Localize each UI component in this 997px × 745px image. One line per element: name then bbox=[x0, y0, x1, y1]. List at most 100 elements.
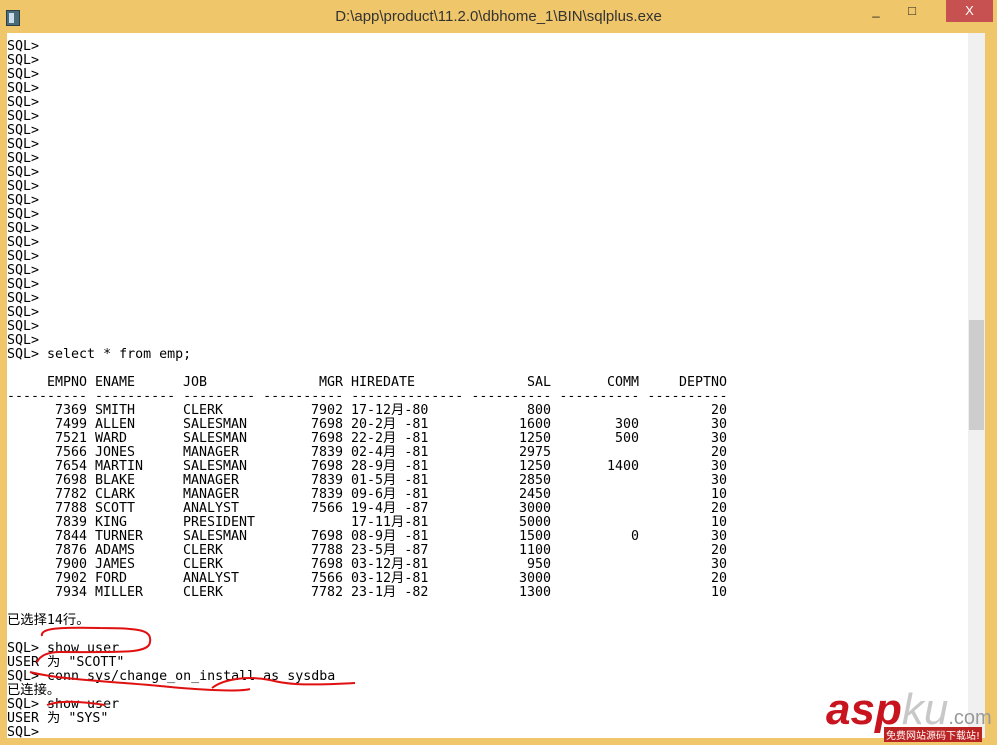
query-line: SQL> select * from emp; bbox=[7, 347, 192, 362]
cell: 20 bbox=[710, 571, 727, 586]
cell: 300 bbox=[614, 417, 639, 432]
cell: SALESMAN bbox=[183, 431, 248, 446]
close-button[interactable]: X bbox=[946, 0, 993, 22]
console-line: SQL> bbox=[7, 725, 40, 739]
cell: 7900 bbox=[54, 557, 87, 572]
prompt-line: SQL> bbox=[7, 81, 40, 96]
cell: SMITH bbox=[95, 403, 136, 418]
console-line: SQL> show user bbox=[7, 697, 120, 712]
cell: CLERK bbox=[183, 543, 224, 558]
cell: 3000 bbox=[518, 571, 551, 586]
cell: 0 bbox=[630, 529, 639, 544]
prompt-line: SQL> bbox=[7, 249, 40, 264]
cell: 7369 bbox=[54, 403, 87, 418]
cell: 7876 bbox=[54, 543, 87, 558]
cell: 7698 bbox=[310, 459, 343, 474]
cell: 7839 bbox=[310, 473, 343, 488]
prompt-line: SQL> bbox=[7, 291, 40, 306]
cell: 7839 bbox=[310, 445, 343, 460]
cell: 30 bbox=[710, 431, 727, 446]
prompt-line: SQL> bbox=[7, 109, 40, 124]
prompt-line: SQL> bbox=[7, 151, 40, 166]
cell: 7902 bbox=[54, 571, 87, 586]
cell: DEPTNO bbox=[678, 375, 727, 390]
cell: 19-4月 -87 bbox=[351, 501, 429, 516]
prompt-line: SQL> bbox=[7, 137, 40, 152]
cell: 7566 bbox=[310, 571, 343, 586]
cell: MANAGER bbox=[183, 445, 240, 460]
cell: 7782 bbox=[310, 585, 343, 600]
cell: 10 bbox=[710, 487, 727, 502]
cell: 22-2月 -81 bbox=[351, 431, 429, 446]
cell: 02-4月 -81 bbox=[351, 445, 429, 460]
cell: 30 bbox=[710, 473, 727, 488]
cell: 20 bbox=[710, 445, 727, 460]
cell: MGR bbox=[318, 375, 343, 390]
cell: 30 bbox=[710, 459, 727, 474]
cell: 03-12月-81 bbox=[351, 571, 429, 586]
console-output[interactable]: SQL> SQL> SQL> SQL> SQL> SQL> SQL> SQL> SQL> SQL>… bbox=[7, 33, 968, 738]
console-line: SQL> show user bbox=[7, 641, 120, 656]
cell: 7788 bbox=[54, 501, 87, 516]
cell: 1250 bbox=[518, 459, 551, 474]
cell: 7698 bbox=[310, 431, 343, 446]
cell: 30 bbox=[710, 417, 727, 432]
vertical-scrollbar[interactable] bbox=[968, 33, 985, 738]
cell: 1400 bbox=[606, 459, 639, 474]
console-line: USER 为 "SYS" bbox=[7, 711, 109, 726]
cell: 7902 bbox=[310, 403, 343, 418]
cell: 20-2月 -81 bbox=[351, 417, 429, 432]
cell: 7698 bbox=[54, 473, 87, 488]
minimize-button[interactable]: _ bbox=[862, 0, 890, 22]
title-bar: D:\app\product\11.2.0\dbhome_1\BIN\sqlpl… bbox=[0, 0, 997, 33]
cell: 500 bbox=[614, 431, 639, 446]
cell: 30 bbox=[710, 557, 727, 572]
header-separator: ---------- ---------- --------- --------… bbox=[7, 389, 728, 404]
cell: COMM bbox=[606, 375, 639, 390]
cell: SALESMAN bbox=[183, 529, 248, 544]
cell: 950 bbox=[526, 557, 551, 572]
cell: ENAME bbox=[95, 375, 136, 390]
cell: 03-12月-81 bbox=[351, 557, 429, 572]
prompt-line: SQL> bbox=[7, 305, 40, 320]
cell: 2450 bbox=[518, 487, 551, 502]
cell: 3000 bbox=[518, 501, 551, 516]
cell: 30 bbox=[710, 529, 727, 544]
maximize-button[interactable]: □ bbox=[898, 0, 926, 22]
prompt-line: SQL> bbox=[7, 193, 40, 208]
cell: FORD bbox=[95, 571, 128, 586]
prompt-line: SQL> bbox=[7, 53, 40, 68]
cell: 7499 bbox=[54, 417, 87, 432]
scrollbar-thumb[interactable] bbox=[969, 320, 984, 430]
prompt-line: SQL> bbox=[7, 235, 40, 250]
cell: JAMES bbox=[95, 557, 136, 572]
cell: ADAMS bbox=[95, 543, 136, 558]
cell: 2975 bbox=[518, 445, 551, 460]
cell: 1250 bbox=[518, 431, 551, 446]
prompt-line: SQL> bbox=[7, 221, 40, 236]
cell: 1500 bbox=[518, 529, 551, 544]
cell: 20 bbox=[710, 501, 727, 516]
prompt-line: SQL> bbox=[7, 123, 40, 138]
cell: 20 bbox=[710, 403, 727, 418]
prompt-line: SQL> bbox=[7, 165, 40, 180]
cell: 7839 bbox=[54, 515, 87, 530]
cell: CLERK bbox=[183, 585, 224, 600]
cell: 7788 bbox=[310, 543, 343, 558]
rows-selected-message: 已选择14行。 bbox=[7, 613, 90, 628]
cell: SALESMAN bbox=[183, 417, 248, 432]
cell: 7698 bbox=[310, 557, 343, 572]
prompt-line: SQL> bbox=[7, 333, 40, 348]
cell: 7844 bbox=[54, 529, 87, 544]
cell: 800 bbox=[526, 403, 551, 418]
cell: WARD bbox=[95, 431, 128, 446]
cell: CLERK bbox=[183, 403, 224, 418]
cell: ANALYST bbox=[183, 571, 240, 586]
cell: MANAGER bbox=[183, 473, 240, 488]
cell: 7698 bbox=[310, 417, 343, 432]
cell: 7566 bbox=[54, 445, 87, 460]
cell: MANAGER bbox=[183, 487, 240, 502]
cell: HIREDATE bbox=[351, 375, 416, 390]
cell: 7782 bbox=[54, 487, 87, 502]
cell: 1100 bbox=[518, 543, 551, 558]
